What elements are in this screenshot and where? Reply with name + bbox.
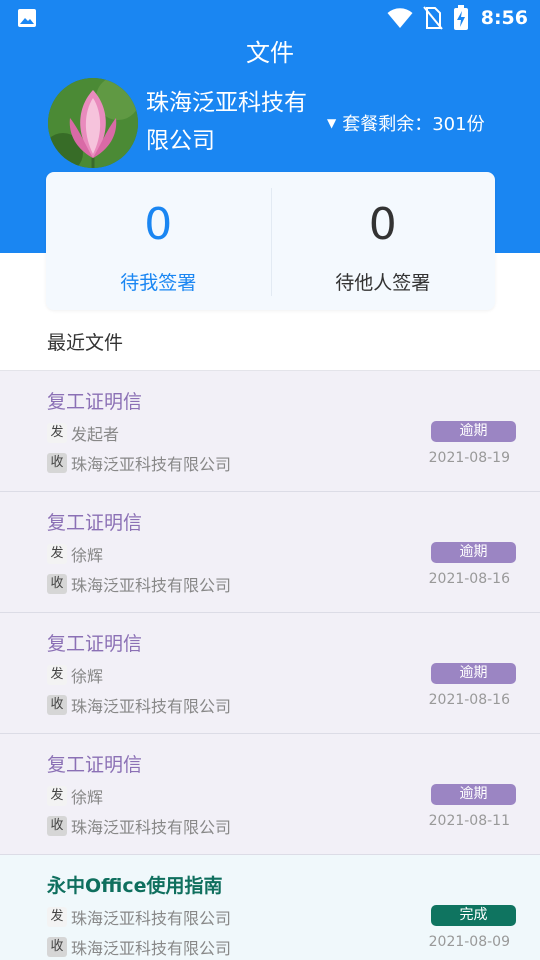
status-badge: 逾期	[431, 421, 516, 442]
recent-files-list: 复工证明信 发 发起者 收 珠海泛亚科技有限公司 逾期 2021-08-19 复…	[0, 371, 540, 960]
receiver-name: 珠海泛亚科技有限公司	[71, 818, 232, 837]
avatar[interactable]	[48, 78, 138, 168]
lotus-flower-image	[48, 78, 138, 168]
file-title: 复工证明信	[47, 391, 143, 413]
receiver-row: 收 珠海泛亚科技有限公司	[47, 935, 231, 959]
sender-tag: 发	[47, 544, 67, 564]
sender-row: 发 徐辉	[47, 663, 103, 687]
receiver-tag: 收	[47, 816, 67, 836]
sender-tag: 发	[47, 665, 67, 685]
receiver-tag: 收	[47, 574, 67, 594]
pending-my-signature[interactable]: 0 待我签署	[46, 172, 271, 310]
recent-files-title: 最近文件	[47, 332, 124, 354]
sender-row: 发 徐辉	[47, 542, 103, 566]
sender-tag: 发	[47, 907, 67, 927]
receiver-tag: 收	[47, 695, 67, 715]
company-name: 珠海泛亚科技有限公司	[146, 90, 307, 154]
pending-others-signature-count: 0	[368, 199, 397, 250]
list-item[interactable]: 复工证明信 发 徐辉 收 珠海泛亚科技有限公司 逾期 2021-08-16	[0, 613, 540, 734]
pending-my-signature-count: 0	[144, 199, 173, 250]
plan-remaining[interactable]: ▼ 套餐剩余：301份	[327, 110, 485, 136]
status-badge: 逾期	[431, 784, 516, 805]
list-item[interactable]: 复工证明信 发 徐辉 收 珠海泛亚科技有限公司 逾期 2021-08-16	[0, 492, 540, 613]
status-badge: 逾期	[431, 663, 516, 684]
file-title: 复工证明信	[47, 633, 143, 655]
receiver-row: 收 珠海泛亚科技有限公司	[47, 693, 231, 717]
pending-others-signature-label: 待他人签署	[335, 272, 431, 294]
receiver-row: 收 珠海泛亚科技有限公司	[47, 572, 231, 596]
sender-name: 珠海泛亚科技有限公司	[71, 909, 232, 928]
receiver-name: 珠海泛亚科技有限公司	[71, 455, 232, 474]
no-sim-icon	[422, 6, 443, 30]
file-date: 2021-08-09	[428, 934, 510, 950]
receiver-name: 珠海泛亚科技有限公司	[71, 939, 232, 958]
file-date: 2021-08-16	[428, 692, 510, 708]
list-item[interactable]: 复工证明信 发 发起者 收 珠海泛亚科技有限公司 逾期 2021-08-19	[0, 371, 540, 492]
file-date: 2021-08-19	[428, 450, 510, 466]
pending-others-signature[interactable]: 0 待他人签署	[270, 172, 496, 310]
file-title: 复工证明信	[47, 754, 143, 776]
plan-remaining-label: 套餐剩余：301份	[342, 114, 485, 135]
receiver-name: 珠海泛亚科技有限公司	[71, 697, 232, 716]
status-badge: 逾期	[431, 542, 516, 563]
list-item[interactable]: 复工证明信 发 徐辉 收 珠海泛亚科技有限公司 逾期 2021-08-11	[0, 734, 540, 855]
sender-name: 徐辉	[71, 546, 104, 565]
file-date: 2021-08-11	[428, 813, 510, 829]
status-bar: 8:56	[0, 0, 540, 36]
receiver-name: 珠海泛亚科技有限公司	[71, 576, 232, 595]
status-time: 8:56	[480, 7, 528, 29]
gallery-icon	[18, 9, 36, 27]
status-badge: 完成	[431, 905, 516, 926]
receiver-tag: 收	[47, 453, 67, 473]
wifi-icon	[387, 8, 413, 28]
page-title: 文件	[246, 39, 294, 67]
pending-my-signature-label: 待我签署	[120, 272, 197, 294]
receiver-row: 收 珠海泛亚科技有限公司	[47, 451, 231, 475]
caret-down-icon: ▼	[327, 116, 337, 130]
sender-tag: 发	[47, 423, 67, 443]
sender-tag: 发	[47, 786, 67, 806]
battery-charging-icon	[453, 5, 468, 30]
file-title: 永中Office使用指南	[47, 875, 223, 897]
sign-stats-card: 0 待我签署 0 待他人签署	[46, 172, 495, 310]
file-date: 2021-08-16	[428, 571, 510, 587]
receiver-row: 收 珠海泛亚科技有限公司	[47, 814, 231, 838]
sender-name: 徐辉	[71, 788, 104, 807]
receiver-tag: 收	[47, 937, 67, 957]
list-item[interactable]: 永中Office使用指南 发 珠海泛亚科技有限公司 收 珠海泛亚科技有限公司 完…	[0, 855, 540, 960]
sender-row: 发 珠海泛亚科技有限公司	[47, 905, 231, 929]
sender-row: 发 发起者	[47, 421, 119, 445]
file-title: 复工证明信	[47, 512, 143, 534]
sender-row: 发 徐辉	[47, 784, 103, 808]
sender-name: 发起者	[71, 425, 120, 444]
sender-name: 徐辉	[71, 667, 104, 686]
